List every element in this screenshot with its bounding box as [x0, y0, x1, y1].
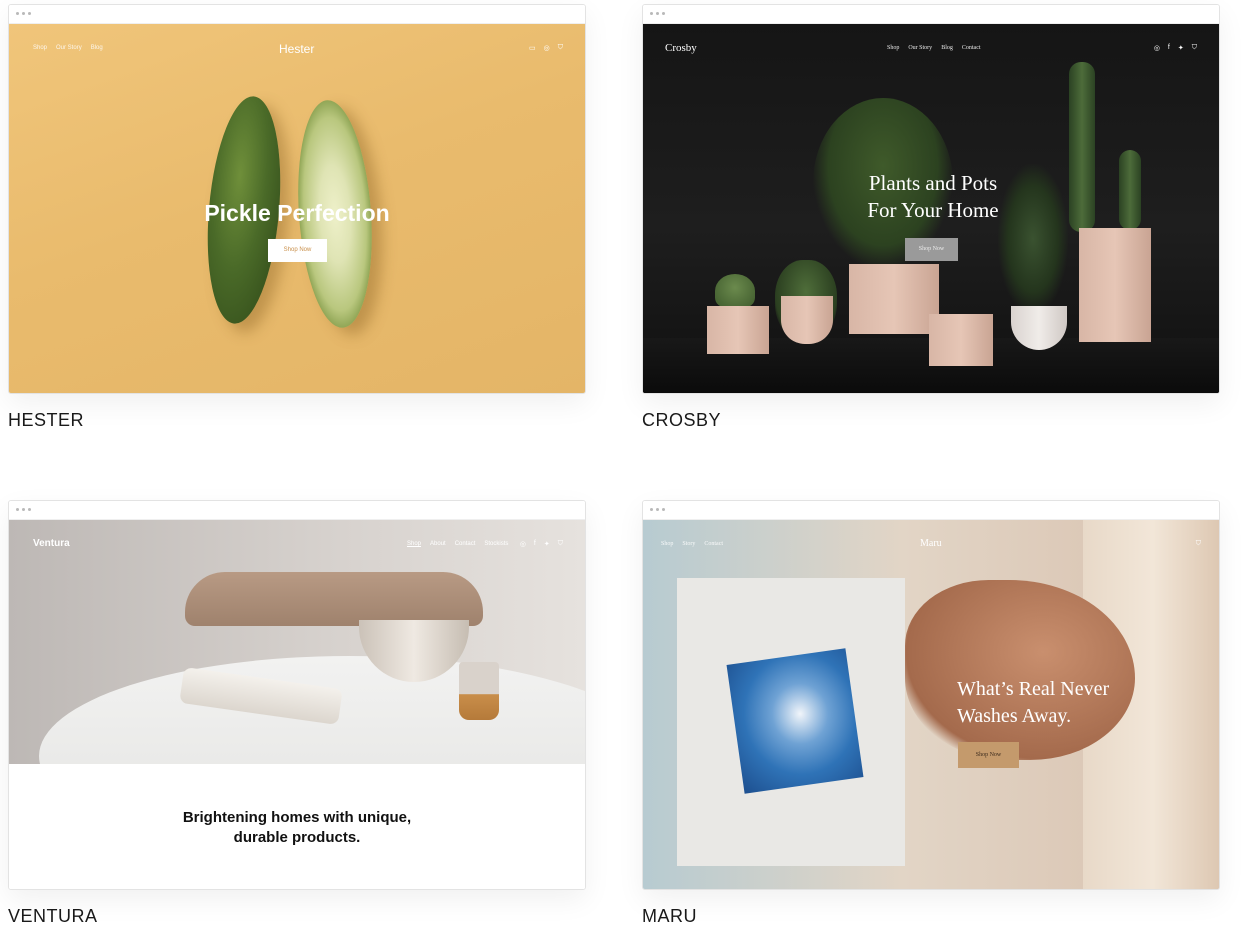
pot-image — [707, 306, 769, 354]
nav-link-contact[interactable]: Contact — [962, 45, 981, 51]
nav-link-shop[interactable]: Shop — [407, 541, 421, 547]
nav-link-contact[interactable]: Contact — [704, 541, 723, 547]
hero-tagline: Brightening homes with unique, durable p… — [9, 808, 585, 848]
pot-image — [781, 296, 833, 344]
browser-chrome — [9, 501, 585, 520]
site-brand[interactable]: Hester — [279, 42, 314, 56]
twitter-icon[interactable]: ✦ — [544, 540, 550, 548]
template-name[interactable]: HESTER — [8, 410, 586, 431]
template-name[interactable]: MARU — [642, 906, 1220, 927]
site-brand[interactable]: Crosby — [665, 42, 697, 54]
nav-link-contact[interactable]: Contact — [455, 541, 476, 547]
pot-image — [929, 314, 993, 366]
nav-link-shop[interactable]: Shop — [661, 541, 673, 547]
template-preview-maru[interactable]: Shop Story Contact Maru ⛉ What’s Real Ne… — [642, 500, 1220, 890]
instagram-icon[interactable]: ◎ — [1154, 44, 1160, 52]
nav-link-blog[interactable]: Blog — [91, 45, 103, 51]
template-name[interactable]: VENTURA — [8, 906, 586, 927]
twitter-icon[interactable]: ✦ — [1178, 44, 1184, 52]
template-card-hester[interactable]: Shop Our Story Blog Hester ▭ ◎ ⛉ Pickle … — [8, 4, 586, 431]
nav-link-our-story[interactable]: Our Story — [908, 45, 932, 51]
small-cactus-image — [715, 274, 755, 308]
cup-image — [459, 662, 499, 720]
tagline-line-1: Brightening homes with unique, — [182, 809, 412, 826]
nav-link-shop[interactable]: Shop — [887, 45, 899, 51]
headline-line-2: Washes Away. — [957, 705, 1072, 727]
crosby-site-screenshot: Crosby Shop Our Story Blog Contact ◎ f ✦… — [643, 24, 1219, 393]
template-preview-ventura[interactable]: Ventura Shop About Contact Stockists ◎ f… — [8, 500, 586, 890]
headline-line-1: What’s Real Never — [957, 678, 1110, 700]
hester-nav: Shop Our Story Blog Hester ▭ ◎ ⛉ — [9, 24, 585, 74]
browser-chrome — [643, 501, 1219, 520]
ventura-site-screenshot: Ventura Shop About Contact Stockists ◎ f… — [9, 520, 585, 889]
facebook-icon[interactable]: f — [534, 540, 536, 548]
cart-icon[interactable]: ⛉ — [558, 540, 563, 548]
account-icon[interactable]: ▭ — [529, 44, 536, 52]
window-dots-icon — [650, 508, 665, 511]
hero-headline: Pickle Perfection — [204, 200, 390, 226]
maru-site-screenshot: Shop Story Contact Maru ⛉ What’s Real Ne… — [643, 520, 1219, 889]
nav-link-story[interactable]: Story — [682, 541, 695, 547]
ventura-nav: Ventura Shop About Contact Stockists ◎ f… — [9, 520, 585, 570]
template-preview-hester[interactable]: Shop Our Story Blog Hester ▭ ◎ ⛉ Pickle … — [8, 4, 586, 394]
nav-link-stockists[interactable]: Stockists — [484, 541, 508, 547]
window-dots-icon — [16, 508, 31, 511]
template-card-crosby[interactable]: Crosby Shop Our Story Blog Contact ◎ f ✦… — [642, 4, 1220, 431]
window-dots-icon — [650, 12, 665, 15]
product-card-image — [677, 578, 905, 866]
chair-back-image — [185, 572, 483, 626]
cart-icon[interactable]: ⛉ — [558, 44, 563, 52]
pot-image — [849, 264, 939, 334]
shop-now-button[interactable]: Shop Now — [958, 742, 1019, 768]
instagram-icon[interactable]: ◎ — [520, 540, 526, 548]
shop-now-button[interactable]: Shop Now — [268, 239, 327, 262]
nav-link-blog[interactable]: Blog — [941, 45, 953, 51]
hero-headline: What’s Real Never Washes Away. — [957, 676, 1157, 730]
maru-nav: Shop Story Contact Maru ⛉ — [643, 520, 1219, 570]
cart-icon[interactable]: ⛉ — [1192, 44, 1197, 52]
facebook-icon[interactable]: f — [1168, 44, 1170, 52]
headline-line-1: Plants and Pots — [868, 171, 998, 195]
template-name[interactable]: CROSBY — [642, 410, 1220, 431]
template-card-ventura[interactable]: Ventura Shop About Contact Stockists ◎ f… — [8, 500, 586, 927]
nav-link-shop[interactable]: Shop — [33, 45, 47, 51]
browser-chrome — [643, 5, 1219, 24]
window-dots-icon — [16, 12, 31, 15]
cactus-arm-image — [1119, 150, 1141, 230]
headline-line-2: For Your Home — [867, 198, 999, 222]
site-brand[interactable]: Maru — [920, 538, 942, 549]
shop-now-button[interactable]: Shop Now — [905, 238, 958, 261]
nav-link-about[interactable]: About — [430, 541, 446, 547]
hester-site-screenshot: Shop Our Story Blog Hester ▭ ◎ ⛉ Pickle … — [9, 24, 585, 393]
pot-image — [1079, 228, 1151, 342]
instagram-icon[interactable]: ◎ — [544, 44, 550, 52]
cart-icon[interactable]: ⛉ — [1196, 540, 1201, 548]
hero-headline: Plants and Pots For Your Home — [833, 170, 1033, 224]
site-brand[interactable]: Ventura — [33, 538, 70, 549]
template-preview-crosby[interactable]: Crosby Shop Our Story Blog Contact ◎ f ✦… — [642, 4, 1220, 394]
crosby-nav: Crosby Shop Our Story Blog Contact ◎ f ✦… — [643, 24, 1219, 74]
nav-link-our-story[interactable]: Our Story — [56, 45, 82, 51]
tagline-line-2: durable products. — [233, 829, 361, 846]
tie-dye-cloth-image — [726, 648, 864, 794]
cactus-image — [1069, 62, 1095, 232]
template-card-maru[interactable]: Shop Story Contact Maru ⛉ What’s Real Ne… — [642, 500, 1220, 927]
browser-chrome — [9, 5, 585, 24]
